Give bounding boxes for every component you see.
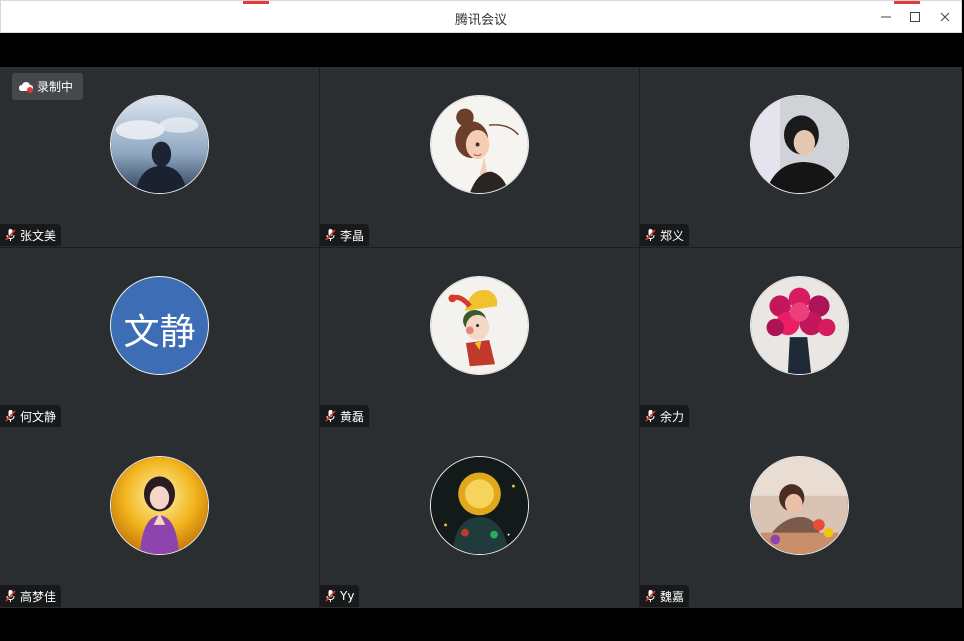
mic-muted-icon	[5, 229, 16, 241]
participant-name-badge: 张文美	[0, 224, 62, 246]
recording-indicator[interactable]: 录制中	[12, 73, 83, 100]
participant-name-badge: Yy	[320, 585, 360, 607]
participant-tile[interactable]: 文静 何文静	[0, 248, 319, 428]
avatar: 文静	[110, 276, 209, 375]
mic-muted-icon	[325, 229, 336, 241]
accent-bar-left	[243, 1, 269, 4]
participant-name-badge: 高梦佳	[0, 585, 62, 607]
title-bar: 腾讯会议	[0, 0, 962, 33]
participant-tile[interactable]: 黄磊	[320, 248, 639, 428]
participant-name: 李晶	[340, 228, 365, 243]
recording-label: 录制中	[37, 80, 74, 94]
minimize-button[interactable]	[878, 9, 894, 25]
maximize-icon	[910, 12, 920, 22]
participant-tile[interactable]: Yy	[320, 428, 639, 608]
participant-name: Yy	[340, 589, 355, 603]
close-button[interactable]	[937, 9, 953, 25]
maximize-button[interactable]	[907, 9, 923, 25]
avatar	[750, 95, 849, 194]
minimize-icon	[881, 16, 891, 18]
cloud-record-icon	[19, 81, 33, 93]
participant-name: 何文静	[20, 409, 57, 424]
mic-muted-icon	[5, 590, 16, 602]
mic-muted-icon	[325, 590, 336, 602]
mic-muted-icon	[645, 410, 656, 422]
participant-tile[interactable]: 余力	[640, 248, 962, 428]
participant-name: 魏嘉	[660, 589, 685, 604]
participant-name-badge: 黄磊	[320, 405, 370, 427]
avatar	[750, 276, 849, 375]
top-toolbar	[0, 33, 962, 67]
participant-tile[interactable]: 李晶	[320, 67, 639, 247]
mic-muted-icon	[645, 229, 656, 241]
avatar	[430, 95, 529, 194]
participant-tile[interactable]: 魏嘉	[640, 428, 962, 608]
mic-muted-icon	[5, 410, 16, 422]
window-title: 腾讯会议	[454, 13, 507, 28]
avatar	[750, 456, 849, 555]
participant-name-badge: 魏嘉	[640, 585, 690, 607]
participant-name: 高梦佳	[20, 589, 57, 604]
participant-name-badge: 何文静	[0, 405, 62, 427]
participant-name: 郑义	[660, 228, 685, 243]
participant-name: 余力	[660, 409, 685, 424]
avatar	[430, 276, 529, 375]
accent-bar-right	[894, 1, 920, 4]
avatar	[110, 456, 209, 555]
mic-muted-icon	[645, 590, 656, 602]
participant-name-badge: 郑义	[640, 224, 690, 246]
participant-name-badge: 李晶	[320, 224, 370, 246]
close-icon	[940, 12, 950, 22]
participant-grid: 张文美 李晶 郑义 文静 何文静 黄磊 余力 高梦佳 Yy 魏嘉	[0, 67, 962, 608]
bottom-toolbar	[0, 608, 964, 641]
participant-name-badge: 余力	[640, 405, 690, 427]
participant-tile[interactable]: 高梦佳	[0, 428, 319, 608]
avatar-initials: 文静	[123, 312, 196, 353]
participant-name: 黄磊	[340, 409, 365, 424]
participant-tile[interactable]: 郑义	[640, 67, 962, 247]
participant-name: 张文美	[20, 228, 57, 243]
mic-muted-icon	[325, 410, 336, 422]
avatar	[430, 456, 529, 555]
avatar	[110, 95, 209, 194]
